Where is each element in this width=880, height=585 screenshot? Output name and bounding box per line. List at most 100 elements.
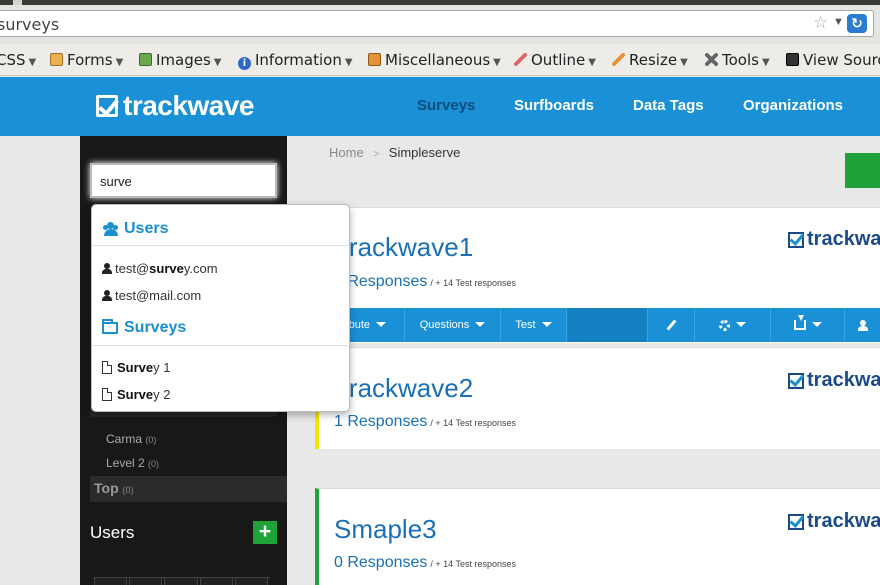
chevron-down-icon	[736, 322, 746, 327]
bookmark-information[interactable]: i Information ▼	[238, 51, 353, 70]
surveys-heading-text: Surveys	[124, 319, 187, 336]
questions-button[interactable]: Questions	[405, 308, 501, 342]
edit-button[interactable]	[647, 308, 695, 342]
sidebar-top-count: (0)	[122, 485, 134, 495]
users-section-heading: Users	[102, 220, 168, 238]
test-button[interactable]: Test	[501, 308, 567, 342]
sidebar-item-count: (0)	[145, 435, 157, 445]
new-survey-button[interactable]	[845, 153, 880, 188]
settings-button[interactable]	[695, 308, 771, 342]
chevron-down-icon: ▼	[588, 57, 596, 68]
download-button[interactable]	[771, 308, 845, 342]
misc-icon	[368, 53, 381, 66]
brand-text: trackwave	[807, 510, 880, 532]
chevron-down-icon: ▼	[680, 57, 688, 68]
checkbox-icon	[788, 372, 804, 389]
gear-icon	[719, 319, 730, 331]
bookmark-forms[interactable]: Forms ▼	[50, 51, 123, 69]
users-heading-text: Users	[124, 220, 169, 237]
pencil-icon	[514, 53, 527, 66]
survey-card: Trackwave2 1 Responses / + 14 Test respon…	[315, 347, 880, 449]
bookmark-miscellaneous[interactable]: Miscellaneous ▼	[368, 51, 501, 69]
url-bar[interactable]: surveys ☆ ▼ ↻	[0, 10, 874, 37]
sidebar-item-top[interactable]: Top (0)	[90, 476, 287, 502]
chevron-down-icon: ▼	[493, 57, 501, 68]
sidebar-item-level-2[interactable]: Level 2 (0)	[106, 456, 159, 470]
search-input[interactable]: surve	[90, 163, 277, 198]
chevron-down-icon: ▼	[213, 57, 222, 68]
breadcrumb-home[interactable]: Home	[329, 145, 364, 160]
toolbar-spacer	[567, 308, 647, 342]
divider	[92, 245, 349, 246]
survey-toolbar: Distribute Questions Test	[317, 308, 880, 342]
sidebar-top-label: Top (0)	[94, 480, 134, 496]
file-icon	[102, 388, 112, 401]
bookmark-images[interactable]: Images ▼	[139, 51, 222, 69]
users-icon	[102, 222, 120, 236]
sidebar-item-label: Level 2	[106, 456, 145, 470]
bookmark-view-source[interactable]: View Sourc	[786, 51, 880, 69]
survey-responses-count: 1 Responses	[334, 413, 428, 430]
nav-surfboards[interactable]: Surfboards	[514, 97, 594, 114]
chevron-down-icon	[541, 322, 552, 327]
folder-icon	[102, 319, 118, 334]
checkbox-icon	[788, 231, 804, 248]
url-dropdown-icon[interactable]: ▼	[833, 16, 844, 28]
user-icon	[102, 290, 112, 301]
survey-responses[interactable]: 0 Responses / + 14 Test responses	[334, 554, 516, 572]
pencil-icon	[665, 319, 677, 331]
breadcrumb-current: Simpleserve	[388, 145, 461, 160]
sidebar-item-label: Carma	[106, 432, 143, 446]
bookmark-resize[interactable]: Resize ▼	[612, 51, 688, 69]
chevron-down-icon: ▼	[761, 57, 770, 68]
bookmark-css[interactable]: CSS ▼	[0, 51, 36, 69]
reload-icon[interactable]: ↻	[847, 14, 867, 33]
main-content: Home > Simpleserve Trackwave1 0 Response…	[287, 136, 880, 585]
questions-label: Questions	[419, 319, 470, 331]
survey-title[interactable]: Trackwave2	[334, 373, 473, 404]
breadcrumb-separator: >	[373, 149, 380, 160]
chevron-down-icon	[475, 322, 486, 327]
users-button[interactable]	[845, 308, 880, 342]
sidebar-item-carma[interactable]: Carma (0)	[106, 432, 156, 446]
survey-test-responses: / + 14 Test responses	[430, 559, 517, 569]
sidebar-item-count: (0)	[148, 459, 160, 469]
bookmarks-bar: CSS ▼ Forms ▼ Images ▼ i Information ▼ Miscel…	[0, 44, 880, 76]
bookmark-label: Outline	[531, 51, 586, 69]
trackwave-brand: trackwave	[788, 228, 880, 251]
nav-surveys[interactable]: Surveys	[417, 97, 475, 114]
tools-icon	[705, 53, 718, 66]
bookmark-label: Tools	[722, 51, 759, 69]
search-result-survey[interactable]: Survey 1	[102, 360, 170, 375]
search-result-user[interactable]: test@survey.com	[102, 261, 218, 276]
trackwave-logo[interactable]: trackwave	[96, 90, 254, 122]
url-text[interactable]: surveys	[0, 15, 59, 34]
user-icon	[857, 319, 868, 331]
survey-card: Trackwave1 0 Responses / + 14 Test respon…	[317, 207, 880, 343]
survey-responses[interactable]: 1 Responses / + 14 Test responses	[334, 413, 516, 431]
bookmark-label: CSS	[0, 51, 26, 69]
forms-icon	[50, 53, 63, 66]
sidebar-tabs[interactable]	[94, 577, 270, 585]
result-text: Survey 2	[117, 387, 171, 402]
nav-organizations[interactable]: Organizations	[743, 97, 843, 114]
chevron-down-icon: ▼	[28, 57, 37, 68]
survey-title[interactable]: Smaple3	[334, 514, 437, 545]
browser-toolbar: surveys ☆ ▼ ↻	[0, 0, 880, 44]
bookmark-label: View Sourc	[803, 51, 880, 69]
bookmark-tools[interactable]: Tools ▼	[705, 51, 770, 69]
add-user-button[interactable]: +	[253, 521, 277, 544]
search-result-user[interactable]: test@mail.com	[102, 288, 201, 303]
survey-responses[interactable]: 0 Responses / + 14 Test responses	[334, 273, 516, 291]
chevron-down-icon: ▼	[115, 57, 124, 68]
survey-title[interactable]: Trackwave1	[334, 232, 473, 263]
bookmark-star-icon[interactable]: ☆	[813, 13, 828, 33]
nav-data-tags[interactable]: Data Tags	[633, 97, 704, 114]
result-text: test@mail.com	[115, 288, 202, 303]
search-result-survey[interactable]: Survey 2	[102, 387, 170, 402]
brand-text: trackwave	[807, 228, 880, 250]
bookmark-outline[interactable]: Outline ▼	[514, 51, 596, 69]
info-icon: i	[238, 57, 251, 70]
sidebar-users-heading: Users	[90, 523, 135, 542]
breadcrumb: Home > Simpleserve	[329, 145, 460, 160]
